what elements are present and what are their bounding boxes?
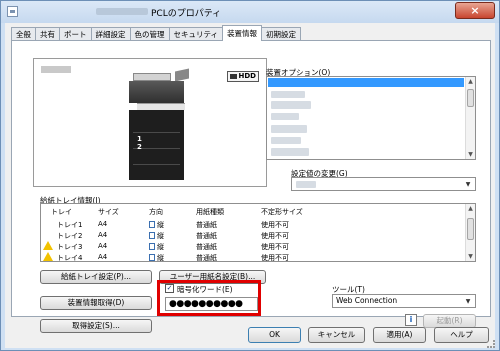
scroll-thumb[interactable]: [467, 89, 474, 107]
tray-paper-type: 普通紙: [196, 243, 217, 251]
tab-strip: 全般 共有 ポート 詳細設定 色の管理 セキュリティ 装置情報 初期設定: [11, 25, 302, 41]
cancel-button[interactable]: キャンセル: [308, 327, 365, 343]
info-icon[interactable]: i: [405, 314, 417, 326]
scroll-down-arrow[interactable]: ▼: [466, 252, 475, 261]
tray-size: A4: [98, 231, 108, 239]
tray-size: A4: [98, 253, 108, 261]
tray-orientation: 縦: [149, 242, 164, 252]
tray-number-2: 2: [137, 143, 142, 151]
tray-size: A4: [98, 220, 108, 228]
column-header-paper-type[interactable]: 用紙種類: [196, 207, 224, 217]
hdd-badge: HDD: [226, 71, 259, 82]
encryption-checkbox[interactable]: ✓: [165, 284, 174, 293]
portrait-page-icon: [149, 254, 155, 261]
column-header-tray[interactable]: トレイ: [51, 207, 72, 217]
window-title: PCLのプロパティ: [151, 9, 222, 19]
close-button[interactable]: ×: [455, 2, 495, 19]
control-panel-shape: [175, 68, 189, 82]
column-header-custom-size[interactable]: 不定形サイズ: [261, 207, 303, 217]
launch-button[interactable]: 起動(R): [423, 314, 476, 328]
tab-color-management[interactable]: 色の管理: [129, 27, 170, 41]
tray-custom-size: 使用不可: [261, 221, 289, 229]
tray-table-scrollbar[interactable]: ▲ ▼: [465, 204, 475, 261]
tab-general[interactable]: 全般: [11, 27, 36, 41]
ok-button[interactable]: OK: [248, 327, 301, 343]
tray-name: トレイ4: [57, 254, 83, 262]
option-row-redacted[interactable]: [271, 101, 311, 109]
scroll-down-arrow[interactable]: ▼: [466, 150, 475, 159]
setting-value-combo[interactable]: ▼: [291, 177, 476, 191]
setting-value-redacted: [296, 181, 316, 188]
scroll-thumb[interactable]: [467, 218, 474, 240]
option-row-redacted[interactable]: [271, 113, 299, 120]
option-row-redacted[interactable]: [271, 125, 307, 133]
copier-image: 1 2: [129, 68, 189, 180]
paper-tray-table[interactable]: トレイ サイズ 方向 用紙種類 不定形サイズ トレイ1 A4 縦 普通紙 使用不…: [40, 203, 476, 262]
tray-custom-size: 使用不可: [261, 243, 289, 251]
scroll-up-arrow[interactable]: ▲: [466, 77, 475, 86]
tray-size: A4: [98, 242, 108, 250]
help-button[interactable]: ヘルプ: [434, 327, 489, 343]
portrait-page-icon: [149, 221, 155, 228]
title-redacted-text: [96, 8, 148, 15]
device-info-panel: HDD 1 2 装置オプション(O) ▲ ▼ 設定値の変更(G) ▼ 給紙トレイ…: [11, 40, 491, 333]
tray-name: トレイ3: [57, 243, 83, 251]
tray-paper-type: 普通紙: [196, 221, 217, 229]
device-name-redacted: [41, 66, 71, 73]
scanner-shape: [129, 81, 184, 103]
tray-orientation: 縦: [149, 231, 164, 241]
option-row-redacted[interactable]: [271, 148, 309, 156]
tab-initial-settings[interactable]: 初期設定: [261, 27, 302, 41]
resize-grip[interactable]: [487, 340, 495, 348]
option-row-redacted[interactable]: [271, 91, 305, 98]
tray-custom-size: 使用不可: [261, 254, 289, 262]
device-options-list[interactable]: ▲ ▼: [266, 76, 476, 160]
tab-device-info[interactable]: 装置情報: [222, 25, 263, 41]
tray-name: トレイ2: [57, 232, 83, 240]
tray-settings-button[interactable]: 給紙トレイ設定(P)...: [40, 270, 152, 284]
output-tray-shape: [137, 103, 185, 110]
tool-select-value: Web Connection: [336, 296, 398, 305]
column-header-orientation[interactable]: 方向: [149, 207, 163, 217]
apply-button[interactable]: 適用(A): [373, 327, 426, 343]
selected-option-row[interactable]: [268, 78, 464, 87]
dropdown-arrow-icon[interactable]: ▼: [462, 179, 474, 190]
tray-orientation: 縦: [149, 253, 164, 263]
portrait-page-icon: [149, 243, 155, 250]
encryption-checkbox-label[interactable]: 暗号化ワード(E): [177, 284, 233, 295]
encryption-password-field[interactable]: ●●●●●●●●●●: [165, 297, 258, 311]
portrait-page-icon: [149, 232, 155, 239]
scroll-up-arrow[interactable]: ▲: [466, 204, 475, 213]
tool-select[interactable]: Web Connection ▼: [332, 294, 476, 308]
warning-icon: [43, 241, 53, 250]
adf-shape: [133, 73, 171, 81]
get-settings-button[interactable]: 取得設定(S)...: [40, 319, 152, 333]
tab-advanced[interactable]: 詳細設定: [90, 27, 131, 41]
tray-paper-type: 普通紙: [196, 254, 217, 262]
tray-name: トレイ1: [57, 221, 83, 229]
tray-paper-type: 普通紙: [196, 232, 217, 240]
drawer-line: [133, 132, 180, 133]
dropdown-arrow-icon[interactable]: ▼: [462, 296, 474, 307]
option-row-redacted[interactable]: [271, 137, 301, 144]
tab-sharing[interactable]: 共有: [35, 27, 60, 41]
device-preview: HDD 1 2: [33, 58, 267, 187]
tray-orientation: 縦: [149, 220, 164, 230]
get-device-info-button[interactable]: 装置情報取得(D): [40, 296, 152, 310]
options-scrollbar[interactable]: ▲ ▼: [465, 77, 475, 159]
copier-body-shape: 1 2: [129, 110, 184, 180]
tray-custom-size: 使用不可: [261, 232, 289, 240]
column-header-size[interactable]: サイズ: [98, 207, 119, 217]
title-bar[interactable]: PCLのプロパティ ×: [1, 1, 499, 23]
warning-icon: [43, 252, 53, 261]
tab-security[interactable]: セキュリティ: [168, 27, 224, 41]
dialog-client-area: 全般 共有 ポート 詳細設定 色の管理 セキュリティ 装置情報 初期設定 HDD: [5, 23, 495, 348]
printer-app-icon: [7, 6, 18, 17]
properties-window: PCLのプロパティ × 全般 共有 ポート 詳細設定 色の管理 セキュリティ 装…: [0, 0, 500, 351]
drawer-line: [133, 164, 180, 165]
tab-ports[interactable]: ポート: [59, 27, 92, 41]
tray-number-1: 1: [137, 135, 142, 143]
